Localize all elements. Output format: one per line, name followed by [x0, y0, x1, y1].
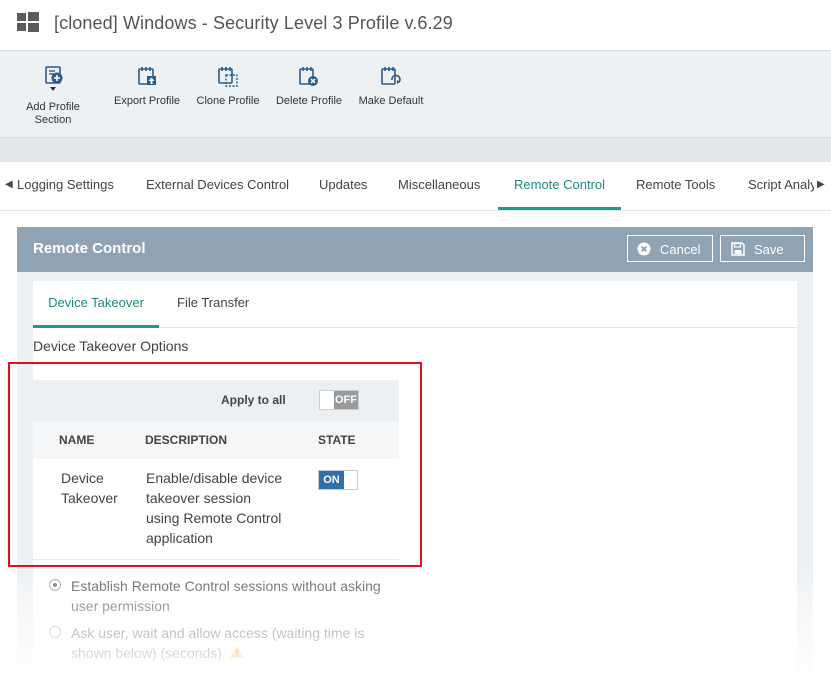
save-button[interactable]: Save — [720, 235, 805, 262]
radio-ask-user-wait[interactable] — [49, 626, 61, 638]
row-description: Enable/disable device takeover session u… — [146, 470, 283, 546]
tab-script-analysis[interactable]: Script Analy — [748, 162, 814, 208]
toolbar: Add Profile Section Export Profile Clone… — [0, 51, 831, 138]
add-profile-section-label: Add Profile Section — [26, 101, 80, 126]
subtab-device-takeover[interactable]: Device Takeover — [33, 281, 159, 328]
page-title: [cloned] Windows - Security Level 3 Prof… — [54, 13, 453, 33]
tab-external-devices-control[interactable]: External Devices Control — [146, 162, 289, 208]
cancel-button[interactable]: Cancel — [627, 235, 713, 262]
title-bar: [cloned] Windows - Security Level 3 Prof… — [0, 0, 831, 51]
tab-miscellaneous[interactable]: Miscellaneous — [398, 162, 480, 208]
subtab-file-transfer[interactable]: File Transfer — [177, 281, 249, 325]
tabs-scroll-right-icon[interactable]: ▶ — [817, 179, 825, 190]
clone-profile-label: Clone Profile — [196, 95, 260, 107]
toolbar-separator — [0, 138, 831, 162]
windows-logo-icon — [17, 12, 39, 32]
apply-to-all-label: Apply to all — [221, 393, 286, 407]
save-icon — [731, 242, 745, 256]
delete-profile-label: Delete Profile — [275, 95, 343, 107]
column-header-name: NAME — [59, 433, 95, 447]
clone-icon — [218, 67, 238, 87]
tabs-strip: Logging Settings External Devices Contro… — [12, 162, 814, 210]
clone-profile-button[interactable]: Clone Profile — [194, 65, 262, 108]
make-default-button[interactable]: Make Default — [356, 65, 426, 108]
table-row: Device Takeover Enable/disable device ta… — [33, 459, 399, 560]
option-establish-label: Establish Remote Control sessions withou… — [71, 578, 381, 614]
tab-updates[interactable]: Updates — [319, 162, 367, 208]
export-profile-button[interactable]: Export Profile — [110, 65, 184, 108]
table-header: NAME DESCRIPTION STATE — [33, 421, 399, 459]
panel-header: Remote Control Cancel Save — [17, 227, 813, 272]
column-header-state: STATE — [318, 433, 356, 447]
radio-establish-without-asking[interactable] — [49, 579, 61, 591]
toggle-knob — [344, 471, 357, 489]
cancel-label: Cancel — [660, 242, 701, 257]
export-icon — [138, 67, 156, 85]
toggle-knob — [320, 391, 334, 409]
export-profile-label: Export Profile — [113, 95, 181, 107]
panel-title: Remote Control — [33, 240, 146, 257]
column-header-description: DESCRIPTION — [145, 433, 228, 447]
tab-logging-settings[interactable]: Logging Settings — [17, 162, 114, 208]
row-name: Device Takeover — [61, 470, 118, 506]
remote-control-subtabs: Device Takeover File Transfer — [33, 281, 797, 328]
add-section-icon — [45, 66, 63, 91]
tab-remote-tools[interactable]: Remote Tools — [636, 162, 715, 208]
delete-profile-button[interactable]: Delete Profile — [274, 65, 344, 108]
make-default-label: Make Default — [358, 95, 424, 107]
cancel-icon — [637, 242, 651, 256]
apply-to-all-state: OFF — [334, 391, 358, 409]
device-takeover-state: ON — [319, 471, 344, 489]
add-profile-section-button[interactable]: Add Profile Section — [20, 65, 86, 127]
section-title: Device Takeover Options — [33, 338, 189, 354]
save-label: Save — [754, 242, 784, 257]
profile-section-tabs: ◀ Logging Settings External Devices Cont… — [0, 162, 831, 211]
apply-to-all-row: Apply to all OFF — [33, 380, 399, 421]
apply-to-all-toggle[interactable]: OFF — [319, 390, 359, 410]
warning-icon — [230, 646, 244, 658]
delete-icon — [299, 67, 318, 86]
device-takeover-toggle[interactable]: ON — [318, 470, 358, 490]
tab-remote-control[interactable]: Remote Control — [498, 162, 622, 210]
make-default-icon — [381, 67, 401, 85]
